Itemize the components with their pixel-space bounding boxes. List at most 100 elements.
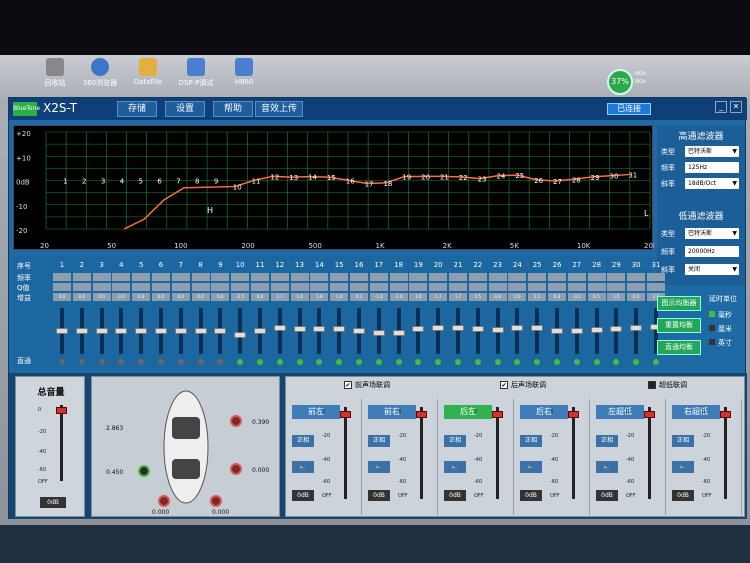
band-slider[interactable] <box>372 308 385 354</box>
band-freq-cell[interactable] <box>310 273 329 281</box>
datafile-icon[interactable]: DataFile <box>128 58 168 86</box>
band-gain-cell[interactable]: 1.6 <box>409 293 428 301</box>
band-slider[interactable] <box>630 308 643 354</box>
band-gain-cell[interactable]: 2.0 <box>508 293 527 301</box>
band-q-cell[interactable] <box>429 283 448 291</box>
front-link-checkbox[interactable]: ✔ 前声场联调 <box>344 380 390 390</box>
band-bypass-dot[interactable] <box>197 359 204 365</box>
band-freq-cell[interactable] <box>290 273 309 281</box>
band-bypass-dot[interactable] <box>534 359 541 365</box>
band-bypass-dot[interactable] <box>613 359 620 365</box>
band-slider[interactable] <box>194 308 207 354</box>
band-slider-knob[interactable] <box>471 325 484 332</box>
band-gain-cell[interactable]: 1.5 <box>607 293 626 301</box>
speaker-rear-left[interactable] <box>138 465 150 477</box>
band-q-cell[interactable] <box>350 283 368 291</box>
band-q-cell[interactable] <box>152 283 170 291</box>
band-bypass-dot[interactable] <box>336 359 343 365</box>
band-freq-cell[interactable] <box>627 273 646 281</box>
band-slider-knob[interactable] <box>135 328 148 334</box>
band-bypass-dot[interactable] <box>593 359 600 365</box>
band-q-cell[interactable] <box>231 283 250 291</box>
highpass-freq[interactable]: 125Hz <box>685 162 739 173</box>
band-slider-knob[interactable] <box>174 328 187 334</box>
band-freq-cell[interactable] <box>647 273 665 281</box>
band-q-cell[interactable] <box>607 283 626 291</box>
minimize-icon[interactable]: _ <box>715 101 727 113</box>
channel-volume-slider[interactable] <box>720 407 731 499</box>
reset-eq-button[interactable]: 重置均衡 <box>657 318 701 333</box>
phase-button[interactable]: 正相 <box>292 435 314 447</box>
band-slider[interactable] <box>135 308 148 354</box>
speaker-mute-icon[interactable]: 🔈 <box>292 461 314 473</box>
band-freq-cell[interactable] <box>330 273 349 281</box>
band-freq-cell[interactable] <box>369 273 388 281</box>
speaker-sub-left[interactable] <box>158 495 170 507</box>
band-q-cell[interactable] <box>449 283 467 291</box>
band-gain-cell[interactable]: 1.7 <box>429 293 448 301</box>
band-freq-cell[interactable] <box>171 273 190 281</box>
band-bypass-dot[interactable] <box>356 359 362 365</box>
band-bypass-dot[interactable] <box>375 359 382 365</box>
band-slider-knob[interactable] <box>254 328 266 334</box>
band-slider[interactable] <box>333 308 346 354</box>
band-slider-knob[interactable] <box>531 324 544 331</box>
band-slider-knob[interactable] <box>56 328 68 334</box>
band-slider[interactable] <box>531 308 544 354</box>
band-gain-cell[interactable]: 0.1 <box>350 293 368 301</box>
band-slider[interactable] <box>254 308 266 354</box>
speaker-sub-right[interactable] <box>210 495 222 507</box>
highpass-slope[interactable]: 18dB/Oct <box>685 178 739 189</box>
band-slider-knob[interactable] <box>95 328 108 334</box>
channel-name-button[interactable]: 后左 <box>444 405 492 419</box>
band-slider[interactable] <box>590 308 603 354</box>
band-q-cell[interactable] <box>72 283 91 291</box>
band-slider-knob[interactable] <box>333 325 346 332</box>
band-q-cell[interactable] <box>290 283 309 291</box>
band-slider-knob[interactable] <box>511 325 524 331</box>
band-bypass-dot[interactable] <box>633 359 640 365</box>
channel-volume-slider[interactable] <box>644 407 655 499</box>
channel-name-button[interactable]: 右超低 <box>672 405 720 419</box>
band-slider[interactable] <box>234 308 247 354</box>
band-slider[interactable] <box>293 308 306 354</box>
band-freq-cell[interactable] <box>429 273 448 281</box>
band-q-cell[interactable] <box>627 283 646 291</box>
band-gain-cell[interactable]: 1.5 <box>468 293 487 301</box>
band-q-cell[interactable] <box>171 283 190 291</box>
band-freq-cell[interactable] <box>270 273 289 281</box>
band-bypass-dot[interactable] <box>474 359 481 365</box>
band-bypass-dot[interactable] <box>138 359 145 365</box>
band-q-cell[interactable] <box>548 283 566 291</box>
band-freq-cell[interactable] <box>350 273 368 281</box>
menu-save[interactable]: 存储 <box>117 101 157 117</box>
band-q-cell[interactable] <box>132 283 151 291</box>
band-slider[interactable] <box>551 308 563 354</box>
band-q-cell[interactable] <box>508 283 527 291</box>
speaker-mute-icon[interactable]: 🔈 <box>596 461 618 473</box>
band-gain-cell[interactable]: 0.0 <box>53 293 71 301</box>
band-slider-knob[interactable] <box>313 325 326 332</box>
band-freq-cell[interactable] <box>112 273 131 281</box>
band-slider-knob[interactable] <box>590 327 603 334</box>
band-gain-cell[interactable]: 0.0 <box>191 293 210 301</box>
speaker-front-right[interactable] <box>230 415 242 427</box>
band-q-cell[interactable] <box>468 283 487 291</box>
band-q-cell[interactable] <box>270 283 289 291</box>
band-bypass-dot[interactable] <box>554 359 560 365</box>
band-freq-cell[interactable] <box>92 273 111 281</box>
band-bypass-dot[interactable] <box>177 359 184 365</box>
band-slider-knob[interactable] <box>432 325 445 332</box>
band-gain-cell[interactable]: 0.0 <box>251 293 269 301</box>
band-freq-cell[interactable] <box>409 273 428 281</box>
band-freq-cell[interactable] <box>548 273 566 281</box>
band-q-cell[interactable] <box>587 283 606 291</box>
connection-status[interactable]: 已连接 <box>607 103 651 115</box>
band-bypass-dot[interactable] <box>276 359 283 365</box>
band-gain-cell[interactable]: 0.0 <box>152 293 170 301</box>
band-gain-cell[interactable]: -0.2 <box>567 293 586 301</box>
band-freq-cell[interactable] <box>132 273 151 281</box>
band-gain-cell[interactable]: 2.0 <box>627 293 646 301</box>
band-slider[interactable] <box>313 308 326 354</box>
lowpass-type[interactable]: 巴特沃斯 <box>685 228 739 239</box>
